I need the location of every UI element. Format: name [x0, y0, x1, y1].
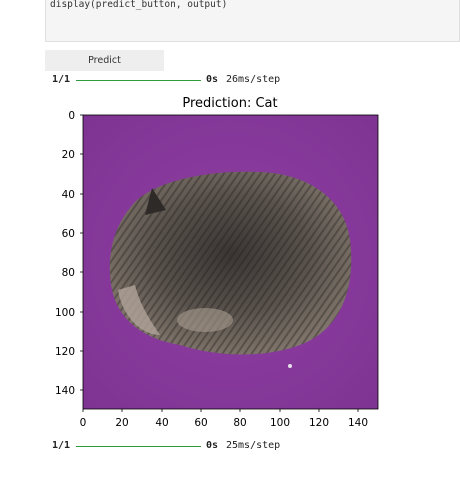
progress-bar — [76, 446, 201, 447]
y-tick-40: 40 — [62, 189, 75, 201]
y-tick-20: 20 — [62, 149, 75, 161]
progress-time: 0s — [206, 440, 219, 451]
x-tick-40: 40 — [155, 417, 168, 429]
progress-line-bottom: 1/1 0s 25ms/step — [48, 440, 280, 454]
y-tick-140: 140 — [55, 385, 75, 397]
y-axis: 0 20 40 60 80 100 120 140 — [55, 110, 83, 397]
y-tick-60: 60 — [62, 228, 75, 240]
x-tick-20: 20 — [115, 417, 128, 429]
x-tick-100: 100 — [270, 417, 290, 429]
plot-title: Prediction: Cat — [182, 96, 277, 111]
prediction-figure: Prediction: Cat 0 20 40 60 80 100 120 14… — [55, 96, 379, 429]
y-tick-80: 80 — [62, 267, 75, 279]
y-tick-0: 0 — [68, 110, 75, 122]
x-axis: 0 20 40 60 80 100 120 140 — [80, 409, 368, 429]
x-tick-120: 120 — [309, 417, 329, 429]
x-tick-60: 60 — [194, 417, 207, 429]
x-tick-140: 140 — [348, 417, 368, 429]
progress-rate: 25ms/step — [226, 440, 281, 451]
x-tick-80: 80 — [233, 417, 246, 429]
y-tick-120: 120 — [55, 346, 75, 358]
progress-step: 1/1 — [52, 440, 71, 451]
photo — [83, 115, 378, 409]
x-tick-0: 0 — [80, 417, 87, 429]
y-tick-100: 100 — [55, 307, 75, 319]
